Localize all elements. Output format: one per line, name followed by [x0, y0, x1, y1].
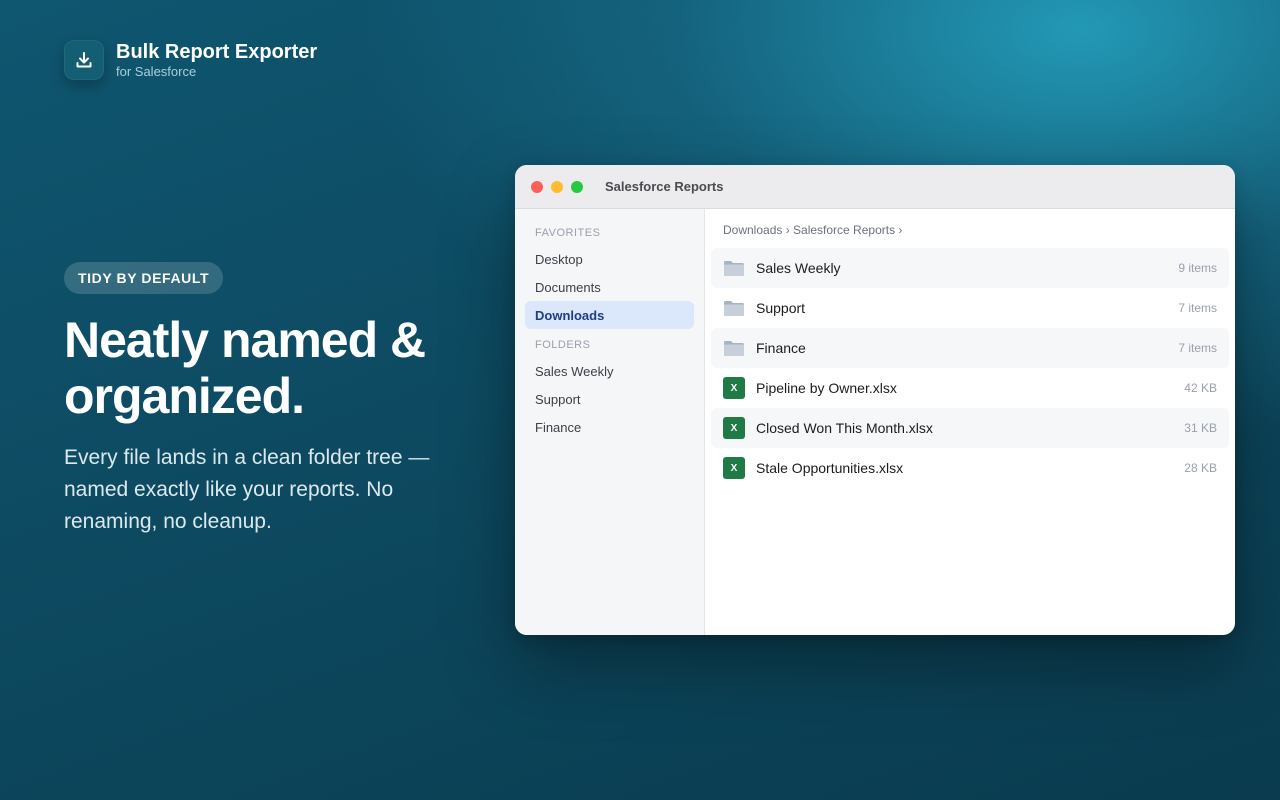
file-row[interactable]: Finance 7 items [711, 328, 1229, 368]
file-meta: 28 KB [1184, 461, 1217, 475]
file-row[interactable]: X Pipeline by Owner.xlsx 42 KB [711, 368, 1229, 408]
sidebar-item-sales-weekly[interactable]: Sales Weekly [525, 357, 694, 385]
file-row[interactable]: Support 7 items [711, 288, 1229, 328]
file-row[interactable]: Sales Weekly 9 items [711, 248, 1229, 288]
folder-icon [723, 257, 745, 279]
file-name: Closed Won This Month.xlsx [756, 420, 933, 436]
file-name: Support [756, 300, 806, 316]
brand-subtitle: for Salesforce [116, 64, 197, 79]
description: Every file lands in a clean folder tree … [64, 446, 430, 533]
minimize-window-button[interactable] [551, 180, 563, 193]
file-list-pane: Downloads › Salesforce Reports › Sales W… [705, 209, 1235, 635]
file-name: Pipeline by Owner.xlsx [756, 380, 897, 396]
file-row[interactable]: X Closed Won This Month.xlsx 31 KB [711, 408, 1229, 448]
window-titlebar: Salesforce Reports [515, 165, 1235, 209]
sidebar-item-documents[interactable]: Documents [525, 273, 694, 301]
file-meta: 31 KB [1184, 421, 1217, 435]
brand-header: Bulk Report Exporter for Salesforce [64, 40, 317, 80]
file-meta: 7 items [1178, 341, 1217, 355]
sidebar: FAVORITES Desktop Documents Downloads FO… [515, 209, 705, 635]
excel-glyph: X [723, 457, 745, 479]
zoom-window-button[interactable] [571, 180, 583, 193]
sidebar-item-desktop[interactable]: Desktop [525, 245, 694, 273]
window-body: FAVORITES Desktop Documents Downloads FO… [515, 209, 1235, 635]
excel-icon: X [723, 457, 745, 479]
sidebar-item-downloads[interactable]: Downloads [525, 301, 694, 329]
download-icon [64, 40, 104, 80]
sidebar-item-finance[interactable]: Finance [525, 413, 694, 441]
excel-icon: X [723, 417, 745, 439]
brand-title: Bulk Report Exporter [116, 41, 318, 63]
breadcrumb[interactable]: Downloads › Salesforce Reports › [711, 223, 1229, 239]
file-name: Stale Opportunities.xlsx [756, 460, 904, 476]
sidebar-item-support[interactable]: Support [525, 385, 694, 413]
folder-icon [723, 337, 745, 359]
window-title: Salesforce Reports [605, 179, 724, 194]
file-row[interactable]: X Stale Opportunities.xlsx 28 KB [711, 448, 1229, 488]
file-name: Sales Weekly [756, 260, 841, 276]
folders-heading: FOLDERS [535, 339, 591, 351]
excel-icon: X [723, 377, 745, 399]
finder-window: Salesforce Reports FAVORITES Desktop Doc… [515, 165, 1235, 635]
brand-text: Bulk Report Exporter for Salesforce [116, 40, 317, 80]
file-name: Finance [756, 340, 806, 356]
file-meta: 9 items [1178, 261, 1217, 275]
file-meta: 42 KB [1184, 381, 1217, 395]
favorites-heading: FAVORITES [535, 227, 601, 239]
excel-glyph: X [723, 417, 745, 439]
headline: Neatly named & organized. [64, 312, 426, 424]
feature-pill: TIDY BY DEFAULT [64, 262, 224, 294]
folder-icon [723, 297, 745, 319]
excel-glyph: X [723, 377, 745, 399]
close-window-button[interactable] [531, 180, 543, 193]
file-meta: 7 items [1178, 301, 1217, 315]
